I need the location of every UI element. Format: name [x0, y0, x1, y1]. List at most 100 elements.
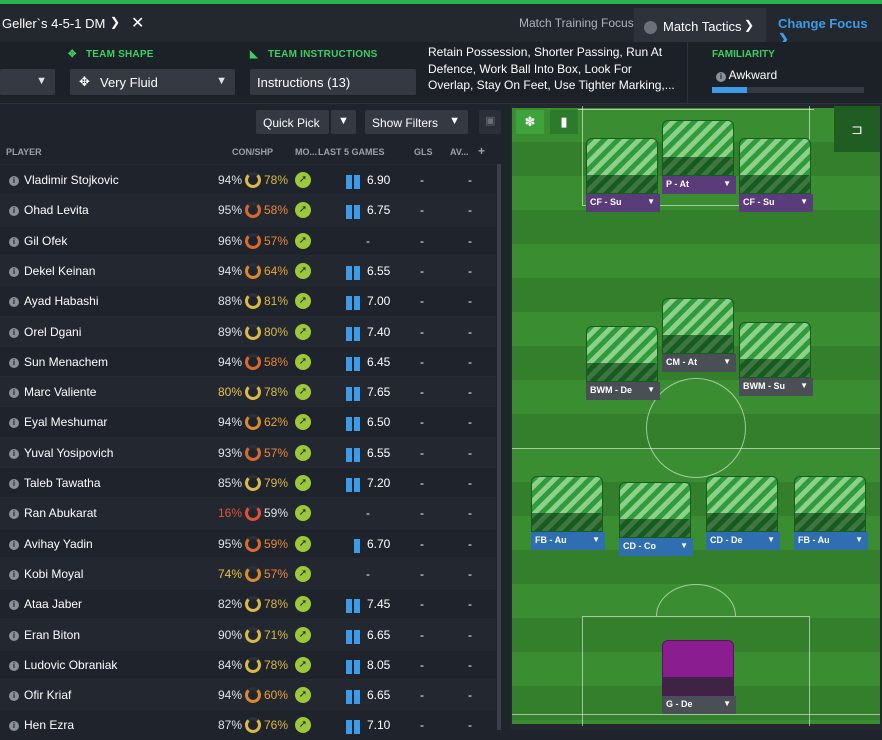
table-row[interactable]: i Ofir Kriaf 94% 60% ➚ 6.65 - -	[0, 679, 496, 710]
role-dropdown[interactable]: P - At ▼	[662, 176, 736, 194]
player-name[interactable]: Hen Ezra	[24, 718, 74, 732]
role-dropdown[interactable]: FB - Au ▼	[531, 532, 605, 550]
table-row[interactable]: i Ran Abukarat 16% 59% ➚ - - -	[0, 497, 496, 528]
table-row[interactable]: i Sun Menachem 94% 58% ➚ 6.45 - -	[0, 345, 496, 376]
match-training-focus-tab[interactable]: Match Training Focus	[519, 16, 634, 30]
formation-dropdown[interactable]: ▼	[0, 69, 55, 95]
table-row[interactable]: i Taleb Tawatha 85% 79% ➚ 7.20 - -	[0, 467, 496, 497]
info-icon[interactable]: i	[9, 448, 19, 459]
info-icon[interactable]: i	[9, 509, 19, 520]
info-icon[interactable]: i	[9, 327, 19, 338]
col-gls[interactable]: GLS	[414, 147, 433, 157]
col-last5[interactable]: LAST 5 GAMES	[318, 147, 385, 157]
info-icon[interactable]: i	[9, 691, 19, 702]
player-slot[interactable]: BWM - Su ▼	[739, 322, 813, 396]
tactic-chevron-down-icon[interactable]: ❯	[110, 15, 120, 29]
role-dropdown[interactable]: CM - At ▼	[662, 354, 736, 372]
lock-button[interactable]: ▣	[479, 110, 501, 134]
col-av[interactable]: AV...	[450, 147, 469, 157]
info-icon[interactable]: i	[9, 266, 19, 277]
player-name[interactable]: Dekel Keinan	[24, 264, 95, 278]
col-morale[interactable]: MO...	[295, 147, 317, 157]
table-row[interactable]: i Dekel Keinan 94% 64% ➚ 6.55 - -	[0, 254, 496, 286]
player-slot[interactable]: CD - Co ▼	[619, 482, 693, 556]
table-scrollbar[interactable]	[497, 164, 501, 730]
player-slot[interactable]: CF - Su ▼	[586, 138, 660, 212]
player-name[interactable]: Ataa Jaber	[24, 597, 82, 611]
show-filters-button[interactable]: Show Filters ▼	[365, 110, 468, 134]
player-name[interactable]: Orel Dgani	[24, 325, 81, 339]
player-name[interactable]: Ludovic Obraniak	[24, 658, 117, 672]
table-row[interactable]: i Ayad Habashi 88% 81% ➚ 7.00 - -	[0, 285, 496, 315]
role-dropdown[interactable]: CD - De ▼	[706, 532, 780, 550]
table-row[interactable]: i Vladimir Stojkovic 94% 78% ➚ 6.90 - -	[0, 164, 496, 194]
info-icon[interactable]: i	[9, 418, 19, 429]
role-dropdown[interactable]: BWM - Su ▼	[739, 378, 813, 396]
table-row[interactable]: i Gil Ofek 96% 57% ➚ - - -	[0, 224, 496, 255]
info-icon[interactable]: i	[9, 660, 19, 671]
player-name[interactable]: Sun Menachem	[24, 355, 108, 369]
player-slot[interactable]: CF - Su ▼	[739, 138, 813, 212]
info-icon[interactable]: i	[9, 600, 19, 611]
info-icon[interactable]: i	[9, 479, 19, 489]
role-dropdown[interactable]: CF - Su ▼	[586, 194, 660, 212]
player-name[interactable]: Eyal Meshumar	[24, 415, 107, 429]
col-con-shp[interactable]: CON/SHP	[232, 147, 273, 157]
table-row[interactable]: i Ohad Levita 95% 58% ➚ 6.75 - -	[0, 194, 496, 225]
table-row[interactable]: i Eran Biton 90% 71% ➚ 6.65 - -	[0, 618, 496, 649]
tactic-name[interactable]: Geller`s 4-5-1 DM	[2, 16, 105, 31]
info-icon[interactable]: i	[9, 569, 19, 580]
table-row[interactable]: i Marc Valiente 80% 78% ➚ 7.65 - -	[0, 376, 496, 407]
player-slot[interactable]: FB - Au ▼	[531, 476, 605, 550]
player-slot[interactable]: CM - At ▼	[662, 298, 736, 372]
close-icon[interactable]: ✕	[131, 13, 144, 33]
expand-panel-button[interactable]: ⊐	[834, 106, 880, 152]
team-instructions-button[interactable]: Instructions (13)	[250, 69, 416, 95]
info-icon[interactable]: i	[9, 357, 19, 368]
player-name[interactable]: Avihay Yadin	[24, 537, 93, 551]
table-row[interactable]: i Hen Ezra 87% 76% ➚ 7.10- -	[0, 709, 496, 739]
info-icon[interactable]: i	[9, 176, 19, 186]
info-icon[interactable]: i	[9, 297, 19, 308]
table-row[interactable]: i Avihay Yadin 95% 59% ➚ 6.70 - -	[0, 527, 496, 558]
player-slot[interactable]: CD - De ▼	[706, 476, 780, 550]
table-row[interactable]: i Ataa Jaber 82% 78% ➚ 7.45 - -	[0, 588, 496, 618]
player-name[interactable]: Kobi Moyal	[24, 567, 83, 581]
player-name[interactable]: Ofir Kriaf	[24, 688, 71, 702]
player-name[interactable]: Gil Ofek	[24, 234, 67, 248]
role-dropdown[interactable]: BWM - De ▼	[586, 382, 660, 400]
player-name[interactable]: Ayad Habashi	[24, 294, 99, 308]
info-icon[interactable]: i	[9, 539, 19, 550]
player-name[interactable]: Marc Valiente	[24, 385, 96, 399]
player-name[interactable]: Ran Abukarat	[24, 506, 97, 520]
info-icon[interactable]: i	[9, 236, 19, 247]
player-slot[interactable]: P - At ▼	[662, 120, 736, 194]
table-row[interactable]: i Yuval Yosipovich 93% 57% ➚ 6.55 - -	[0, 436, 496, 467]
table-row[interactable]: i Orel Dgani 89% 80% ➚ 7.40 - -	[0, 315, 496, 346]
player-name[interactable]: Ohad Levita	[24, 203, 89, 217]
stats-view-button[interactable]: ▮	[550, 110, 578, 134]
info-icon[interactable]: i	[9, 206, 19, 217]
familiarity-value-wrap[interactable]: i Awkward	[716, 68, 777, 82]
role-dropdown[interactable]: CD - Co ▼	[619, 538, 693, 556]
table-row[interactable]: i Eyal Meshumar 94% 62% ➚ 6.50 - -	[0, 406, 496, 436]
info-icon[interactable]: i	[9, 630, 19, 641]
player-slot[interactable]: BWM - De ▼	[586, 326, 660, 400]
player-slot[interactable]: FB - Au ▼	[794, 476, 868, 550]
player-name[interactable]: Yuval Yosipovich	[24, 446, 113, 460]
quick-pick-dropdown[interactable]: ▼	[331, 110, 356, 134]
player-name[interactable]: Eran Biton	[24, 628, 80, 642]
player-name[interactable]: Taleb Tawatha	[24, 476, 101, 490]
match-tactics-tab[interactable]: Match Tactics ❯	[634, 8, 766, 46]
pitch-view-button[interactable]: ✽	[516, 110, 544, 134]
quick-pick-button[interactable]: Quick Pick	[256, 110, 329, 134]
player-name[interactable]: Vladimir Stojkovic	[24, 173, 119, 187]
col-player[interactable]: PLAYER	[6, 147, 42, 157]
role-dropdown[interactable]: FB - Au ▼	[794, 532, 868, 550]
table-row[interactable]: i Ludovic Obraniak 84% 78% ➚ 8.05 - -	[0, 648, 496, 679]
team-shape-dropdown[interactable]: ✥ Very Fluid ▼	[70, 69, 235, 95]
info-icon[interactable]: i	[9, 388, 19, 399]
add-column-icon[interactable]: +	[478, 144, 485, 158]
player-slot[interactable]: G - De ▼	[662, 640, 736, 714]
role-dropdown[interactable]: G - De ▼	[662, 696, 736, 714]
